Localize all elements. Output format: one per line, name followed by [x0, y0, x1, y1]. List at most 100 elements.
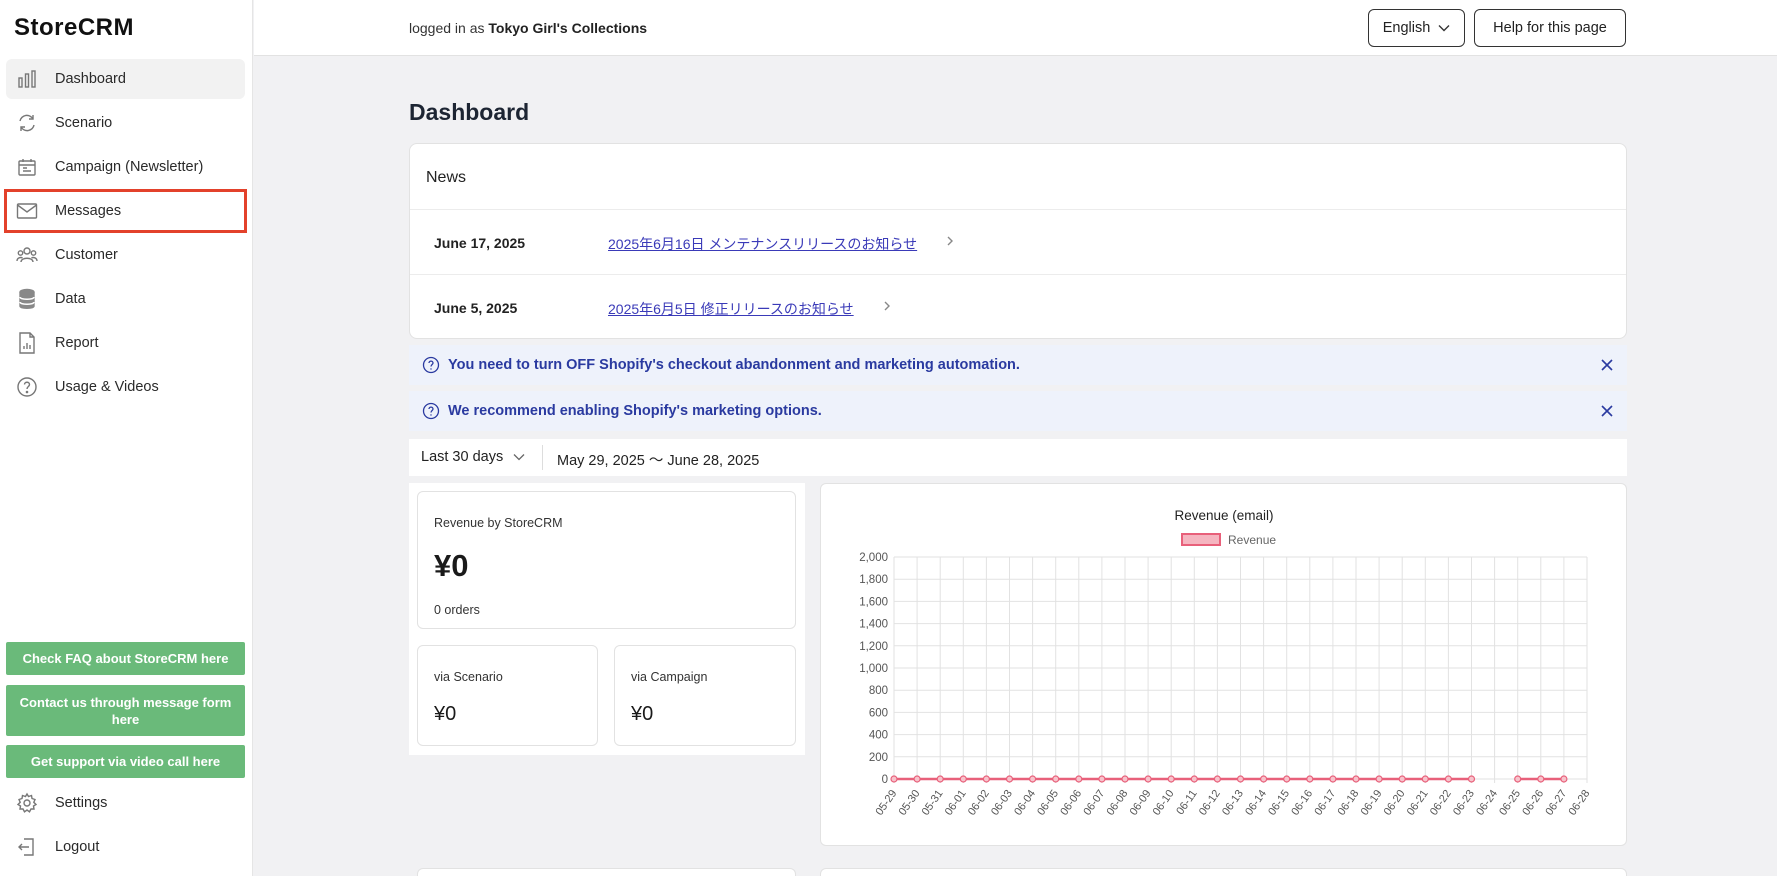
sidebar: StoreCRM Dashboard Scenario Campaign (Ne… [0, 0, 253, 876]
logout-label: Logout [55, 839, 100, 855]
sidebar-item-label: Customer [55, 247, 118, 263]
language-select[interactable]: English [1368, 9, 1465, 47]
gear-icon [15, 791, 39, 815]
x-tick-label: 06-27 [1543, 788, 1569, 818]
sidebar-item-customer[interactable]: Customer [6, 235, 245, 275]
help-page-button[interactable]: Help for this page [1474, 9, 1626, 47]
language-label: English [1382, 20, 1431, 36]
data-point [1190, 775, 1198, 783]
settings-link[interactable]: Settings [15, 790, 107, 816]
alert-banner: We recommend enabling Shopify's marketin… [409, 391, 1627, 431]
x-tick-label: 05-30 [897, 788, 923, 818]
date-filter-bar: Last 30 days May 29, 2025 〜 June 28, 202… [409, 439, 1627, 476]
data-point [890, 775, 898, 783]
data-point [1537, 775, 1545, 783]
y-tick-label: 1,000 [859, 663, 888, 675]
news-title: News [426, 169, 467, 186]
data-point [1421, 775, 1429, 783]
faq-button[interactable]: Check FAQ about StoreCRM here [6, 642, 245, 675]
data-point [1352, 775, 1360, 783]
y-tick-label: 400 [869, 730, 888, 742]
date-range[interactable]: May 29, 2025 〜 June 28, 2025 [557, 449, 759, 470]
x-tick-label: 06-22 [1428, 788, 1454, 818]
scenario-value: ¥0 [434, 703, 457, 725]
news-item: June 17, 2025 2025年6月16日 メンテナンスリリースのお知らせ [410, 209, 1626, 274]
x-tick-label: 06-19 [1359, 788, 1385, 818]
period-select[interactable]: Last 30 days [421, 449, 525, 465]
alert-text: You need to turn OFF Shopify's checkout … [448, 357, 1020, 373]
data-point [1398, 775, 1406, 783]
logged-in-text: logged in as Tokyo Girl's Collections [409, 20, 647, 36]
x-tick-label: 06-10 [1151, 788, 1177, 818]
app-logo[interactable]: StoreCRM [14, 14, 134, 42]
revenue-panel: Revenue by StoreCRM ¥0 0 orders via Scen… [409, 483, 805, 755]
bar-chart-icon [15, 67, 39, 91]
settings-label: Settings [55, 795, 108, 811]
data-point [1213, 775, 1221, 783]
x-tick-label: 06-24 [1474, 788, 1500, 818]
sidebar-item-label: Usage & Videos [55, 379, 159, 395]
x-tick-label: 06-02 [966, 788, 992, 818]
sidebar-item-dashboard[interactable]: Dashboard [6, 59, 245, 99]
x-tick-label: 06-11 [1174, 788, 1200, 817]
revenue-label: Revenue by StoreCRM [434, 516, 563, 530]
news-link[interactable]: 2025年6月16日 メンテナンスリリースのお知らせ [608, 234, 917, 254]
x-tick-label: 06-18 [1335, 788, 1361, 818]
y-tick-label: 0 [882, 774, 888, 786]
chevron-right-icon[interactable] [943, 234, 957, 248]
sidebar-item-label: Report [55, 335, 99, 351]
x-tick-label: 06-20 [1382, 788, 1408, 818]
help-circle-icon [15, 375, 39, 399]
x-tick-label: 06-17 [1312, 788, 1338, 818]
data-point [1029, 775, 1037, 783]
x-tick-label: 06-23 [1451, 788, 1477, 818]
store-name: Tokyo Girl's Collections [488, 20, 648, 36]
scenario-label: via Scenario [434, 670, 503, 684]
sidebar-item-report[interactable]: Report [6, 323, 245, 363]
sidebar-item-label: Campaign (Newsletter) [55, 159, 204, 175]
divider [542, 445, 543, 470]
x-tick-label: 06-04 [1012, 788, 1038, 818]
y-tick-label: 2,000 [859, 552, 888, 564]
data-point [936, 775, 944, 783]
alert-banner: You need to turn OFF Shopify's checkout … [409, 345, 1627, 385]
close-icon[interactable] [1597, 401, 1617, 421]
x-tick-label: 06-14 [1243, 788, 1269, 818]
contact-form-button[interactable]: Contact us through message form here [6, 685, 245, 736]
users-icon [15, 243, 39, 267]
logout-link[interactable]: Logout [15, 834, 99, 860]
y-tick-label: 600 [869, 707, 888, 719]
y-tick-label: 1,400 [859, 619, 888, 631]
data-point [1236, 775, 1245, 783]
data-point [982, 775, 990, 783]
x-tick-label: 06-26 [1520, 788, 1546, 818]
news-link[interactable]: 2025年6月5日 修正リリースのお知らせ [608, 299, 854, 319]
mail-icon [15, 199, 39, 223]
x-tick-label: 06-25 [1497, 788, 1523, 818]
legend-swatch [1181, 533, 1221, 546]
x-tick-label: 06-05 [1035, 788, 1061, 818]
chevron-right-icon[interactable] [880, 299, 894, 313]
page-title: Dashboard [409, 99, 530, 125]
sidebar-item-label: Scenario [55, 115, 113, 131]
sidebar-item-campaign[interactable]: Campaign (Newsletter) [6, 147, 245, 187]
chart-title: Revenue (email) [1174, 508, 1273, 523]
x-tick-label: 06-16 [1289, 788, 1315, 818]
x-tick-label: 06-01 [943, 788, 969, 818]
data-point [1052, 775, 1060, 783]
legend-label: Revenue [1228, 533, 1276, 547]
sidebar-item-scenario[interactable]: Scenario [6, 103, 245, 143]
close-icon[interactable] [1597, 355, 1617, 375]
sidebar-item-data[interactable]: Data [6, 279, 245, 319]
video-call-button[interactable]: Get support via video call here [6, 745, 245, 778]
news-panel: News June 17, 2025 2025年6月16日 メンテナンスリリース… [409, 143, 1627, 339]
x-tick-label: 06-09 [1128, 788, 1154, 818]
sidebar-item-messages[interactable]: Messages [4, 189, 247, 233]
sidebar-nav: Dashboard Scenario Campaign (Newsletter)… [4, 59, 247, 411]
data-point [1283, 775, 1291, 783]
report-icon [15, 331, 39, 355]
sidebar-item-label: Dashboard [55, 71, 126, 87]
sidebar-item-usage-videos[interactable]: Usage & Videos [6, 367, 245, 407]
data-point [1144, 775, 1152, 783]
data-point [1444, 775, 1453, 783]
